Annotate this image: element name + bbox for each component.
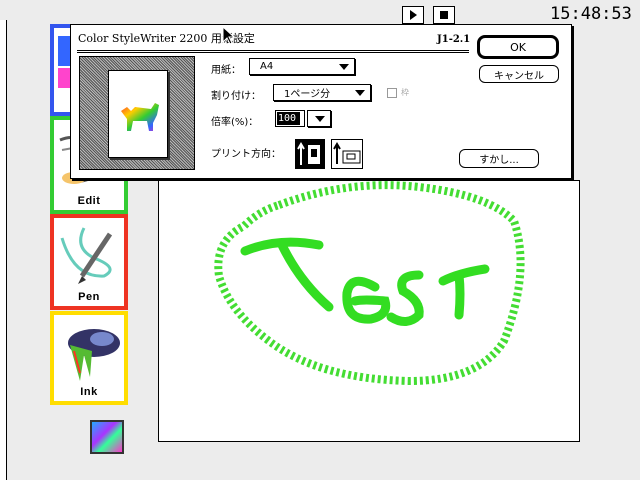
tool-pen-label: Pen	[78, 291, 100, 303]
pen-tool-icon	[60, 227, 113, 284]
clock: 15:48:53	[550, 4, 632, 24]
chevron-down-icon	[355, 89, 365, 96]
paper-size-value: A4	[260, 61, 274, 72]
title-rule	[77, 50, 469, 51]
orientation-label: プリント方向：	[211, 149, 281, 160]
cancel-button[interactable]: キャンセル	[479, 65, 559, 83]
scale-field[interactable]: 100	[275, 110, 305, 127]
color-swatch-button[interactable]	[90, 420, 124, 454]
dialog-version: J1-2.1	[437, 34, 471, 45]
stop-button[interactable]	[433, 6, 455, 24]
portrait-icon	[297, 142, 320, 165]
play-icon	[409, 10, 417, 20]
border-checkbox[interactable]	[387, 88, 397, 98]
paper-size-label: 用紙：	[211, 65, 241, 76]
preview-paper	[108, 70, 168, 158]
layout-popup[interactable]: 1ページ分	[273, 84, 371, 101]
layout-label: 割り付け：	[211, 91, 261, 102]
ink-tool-icon	[68, 329, 120, 381]
scale-label: 倍率(%)：	[211, 117, 259, 128]
border-checkbox-label: 枠	[401, 88, 409, 97]
dog-icon	[121, 103, 159, 131]
cursor-arrow-icon	[222, 26, 236, 45]
tool-pen[interactable]: Pen	[50, 214, 128, 310]
cancel-button-label: キャンセル	[494, 70, 544, 82]
page-setup-dialog: Color StyleWriter 2200 用紙設定 J1-2.1 用紙： A…	[70, 24, 572, 179]
tool-ink[interactable]: Ink	[50, 311, 128, 405]
tool-ink-label: Ink	[80, 386, 98, 398]
layout-value: 1ページ分	[284, 89, 331, 100]
landscape-icon	[333, 142, 361, 164]
stop-icon	[440, 11, 448, 19]
page-preview	[79, 56, 195, 170]
orientation-landscape-button[interactable]	[331, 139, 363, 169]
scale-value: 100	[277, 112, 300, 125]
chevron-down-icon	[315, 115, 325, 122]
chevron-down-icon	[339, 63, 349, 70]
background-window-edge	[0, 20, 7, 480]
orientation-portrait-button[interactable]	[295, 139, 325, 169]
drawing-strokes	[214, 181, 525, 386]
ok-button-label: OK	[510, 40, 526, 54]
drawing-canvas[interactable]	[158, 180, 580, 442]
scale-popup[interactable]	[307, 110, 331, 127]
tool-edit-label: Edit	[77, 195, 101, 207]
watermark-button[interactable]: すかし...	[459, 149, 539, 168]
ok-button[interactable]: OK	[477, 35, 559, 59]
paper-size-popup[interactable]: A4	[249, 58, 355, 75]
watermark-button-label: すかし...	[479, 155, 519, 166]
title-rule-2	[77, 52, 469, 53]
play-button[interactable]	[402, 6, 424, 24]
